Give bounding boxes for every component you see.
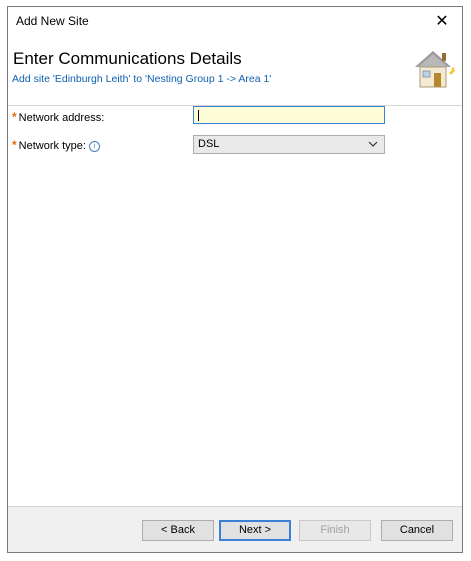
next-button[interactable]: Next > [219,520,291,541]
network-type-label: Network type: [18,140,86,152]
back-button[interactable]: < Back [142,520,214,541]
window-title: Add New Site [16,14,89,28]
network-type-value: DSL [198,138,220,150]
wizard-header: Enter Communications Details Add site 'E… [8,35,462,106]
cancel-button[interactable]: Cancel [381,520,453,541]
close-button[interactable]: ✕ [422,7,462,35]
text-caret [198,110,199,121]
network-address-input[interactable] [193,106,385,124]
add-new-site-dialog: Add New Site ✕ Enter Communications Deta… [7,6,463,553]
wizard-footer: < Back Next > Finish Cancel [8,506,462,552]
info-icon[interactable]: i [88,141,100,152]
network-type-select[interactable]: DSL [193,135,385,154]
required-marker: * [12,138,17,152]
form-area [8,106,462,509]
network-address-row: * Network address: [12,110,104,124]
page-title: Enter Communications Details [13,49,242,68]
title-bar: Add New Site ✕ [8,7,462,35]
close-icon: ✕ [435,13,449,30]
required-marker: * [12,110,17,124]
finish-button[interactable]: Finish [299,520,371,541]
network-address-label: Network address: [18,112,105,124]
house-icon [415,51,455,88]
chevron-down-icon [368,141,378,147]
network-type-row: * Network type: i [12,138,100,152]
page-subtitle: Add site 'Edinburgh Leith' to 'Nesting G… [12,73,272,85]
